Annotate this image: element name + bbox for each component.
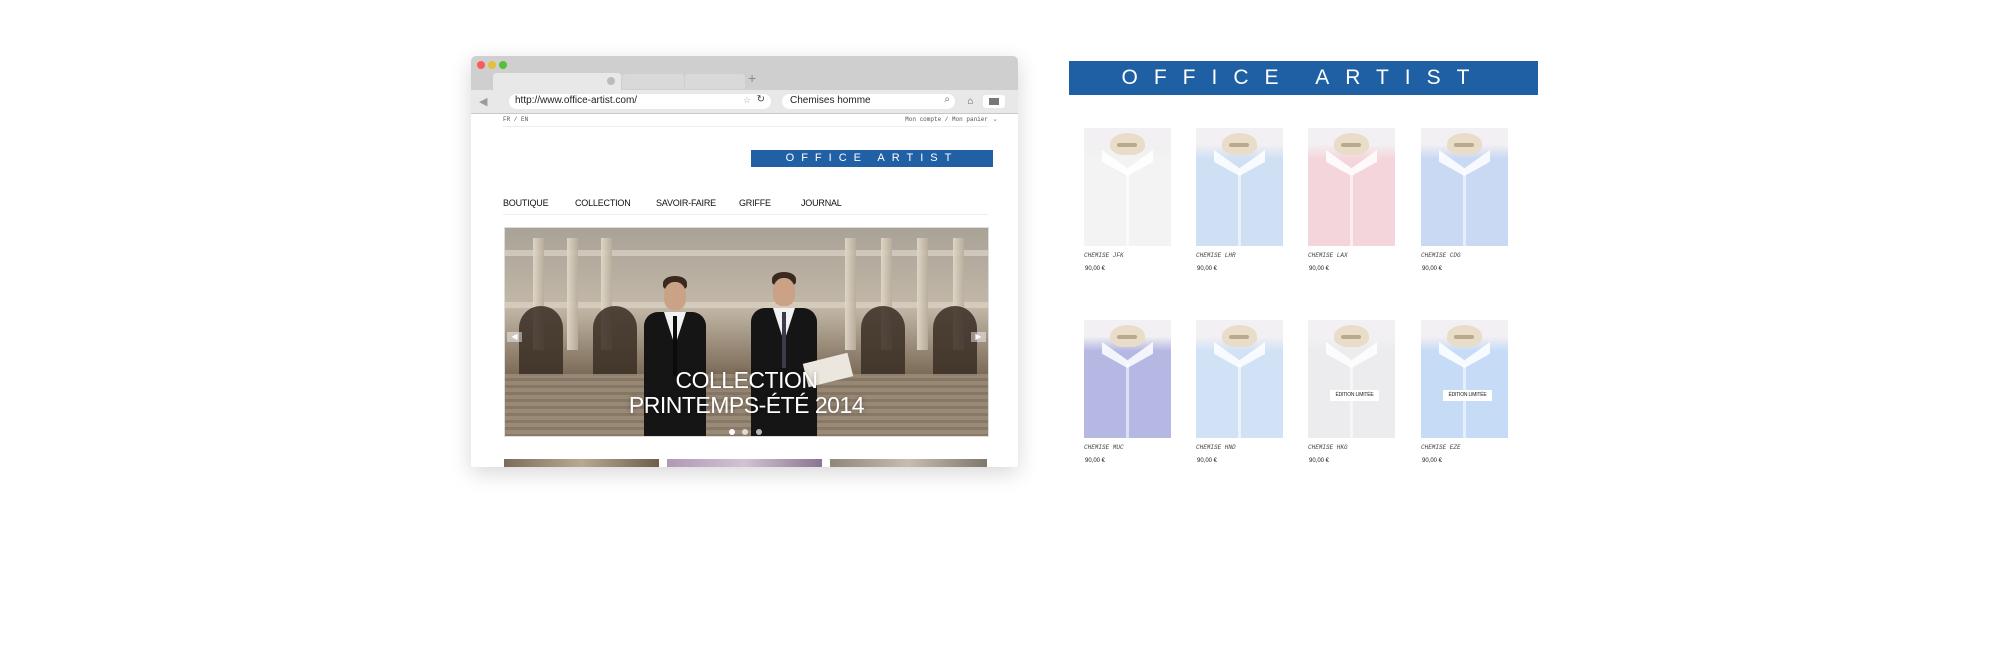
nav-savoir-faire[interactable]: SAVOIR-FAIRE	[656, 198, 716, 208]
chevron-down-icon[interactable]: ⌄	[992, 115, 998, 123]
product-price: 90,00 €	[1422, 458, 1443, 464]
hero-title-line1: COLLECTION	[675, 367, 818, 393]
browser-tab-active[interactable]	[493, 73, 621, 90]
divider	[503, 214, 988, 215]
featured-thumbnail[interactable]	[667, 459, 822, 467]
website-viewport: FR / EN Mon compte / Mon panier ⌄ OFFICE…	[471, 114, 1018, 467]
browser-tab[interactable]	[622, 74, 684, 89]
brand-banner: OFFICE ARTIST	[1069, 61, 1538, 95]
product-name[interactable]: CHEMISE HND	[1196, 444, 1236, 451]
limited-edition-badge: ÉDITION LIMITÉE	[1443, 390, 1492, 401]
browser-window: + ◀ http://www.office-artist.com/ ☆ ↻ Ch…	[471, 56, 1018, 467]
featured-thumbnail[interactable]	[830, 459, 987, 467]
carousel-prev-button[interactable]: ◀	[507, 332, 522, 342]
browser-menu-button[interactable]	[983, 95, 1005, 108]
product-name[interactable]: CHEMISE HKG	[1308, 444, 1348, 451]
product-price: 90,00 €	[1197, 266, 1218, 272]
carousel-dot[interactable]	[729, 429, 735, 435]
product-name[interactable]: CHEMISE LHR	[1196, 252, 1236, 259]
nav-boutique[interactable]: BOUTIQUE	[503, 198, 549, 208]
product-name[interactable]: CHEMISE CDG	[1421, 252, 1461, 259]
product-name[interactable]: CHEMISE JFK	[1084, 252, 1124, 259]
product-image[interactable]	[1084, 128, 1171, 246]
back-arrow-icon[interactable]: ◀	[479, 95, 487, 108]
product-price: 90,00 €	[1197, 458, 1218, 464]
hero-carousel[interactable]: ◀ ▶ COLLECTION PRINTEMPS-ÉTÉ 2014	[504, 227, 989, 437]
maximize-window-button[interactable]	[499, 61, 507, 69]
minimize-window-button[interactable]	[488, 61, 496, 69]
browser-titlebar: +	[471, 56, 1018, 90]
account-cart-links[interactable]: Mon compte / Mon panier	[905, 116, 988, 123]
hero-title-line2: PRINTEMPS-ÉTÉ 2014	[628, 392, 865, 418]
product-price: 90,00 €	[1422, 266, 1443, 272]
tab-close-icon[interactable]	[607, 77, 615, 85]
product-name[interactable]: CHEMISE EZE	[1421, 444, 1461, 451]
product-price: 90,00 €	[1085, 458, 1106, 464]
product-image[interactable]	[1421, 128, 1508, 246]
browser-toolbar: ◀ http://www.office-artist.com/ ☆ ↻ Chem…	[471, 90, 1018, 114]
home-icon[interactable]: ⌂	[963, 94, 978, 109]
search-icon[interactable]: ⌕	[944, 94, 950, 105]
carousel-indicators	[729, 422, 765, 436]
product-price: 90,00 €	[1309, 266, 1330, 272]
nav-journal[interactable]: JOURNAL	[801, 198, 842, 208]
close-window-button[interactable]	[477, 61, 485, 69]
carousel-dot[interactable]	[755, 429, 762, 435]
site-logo[interactable]: OFFICE ARTIST	[751, 150, 993, 167]
nav-collection[interactable]: COLLECTION	[575, 198, 631, 208]
product-image[interactable]: ÉDITION LIMITÉE	[1308, 320, 1395, 438]
featured-thumbnail[interactable]	[504, 459, 659, 467]
product-image[interactable]	[1308, 128, 1395, 246]
browser-tab[interactable]	[685, 74, 745, 89]
limited-edition-badge: ÉDITION LIMITÉE	[1330, 390, 1379, 401]
product-price: 90,00 €	[1085, 266, 1106, 272]
address-bar[interactable]: http://www.office-artist.com/ ☆ ↻	[509, 94, 771, 109]
carousel-dot[interactable]	[742, 429, 749, 435]
product-image[interactable]	[1196, 320, 1283, 438]
bookmark-star-icon[interactable]: ☆	[743, 95, 751, 106]
product-image[interactable]	[1196, 128, 1283, 246]
product-name[interactable]: CHEMISE MUC	[1084, 444, 1124, 451]
menu-icon	[989, 98, 999, 105]
reload-icon[interactable]: ↻	[757, 94, 765, 105]
browser-search-input[interactable]: Chemises homme ⌕	[782, 94, 955, 109]
product-image[interactable]	[1084, 320, 1171, 438]
nav-griffe[interactable]: GRIFFE	[739, 198, 771, 208]
new-tab-button[interactable]: +	[748, 70, 756, 86]
address-bar-text[interactable]: http://www.office-artist.com/	[515, 95, 637, 106]
product-image[interactable]: ÉDITION LIMITÉE	[1421, 320, 1508, 438]
product-price: 90,00 €	[1309, 458, 1330, 464]
divider	[503, 126, 988, 127]
carousel-next-button[interactable]: ▶	[971, 332, 986, 342]
search-query[interactable]: Chemises homme	[790, 95, 871, 106]
language-switcher[interactable]: FR / EN	[503, 116, 528, 123]
product-name[interactable]: CHEMISE LAX	[1308, 252, 1348, 259]
